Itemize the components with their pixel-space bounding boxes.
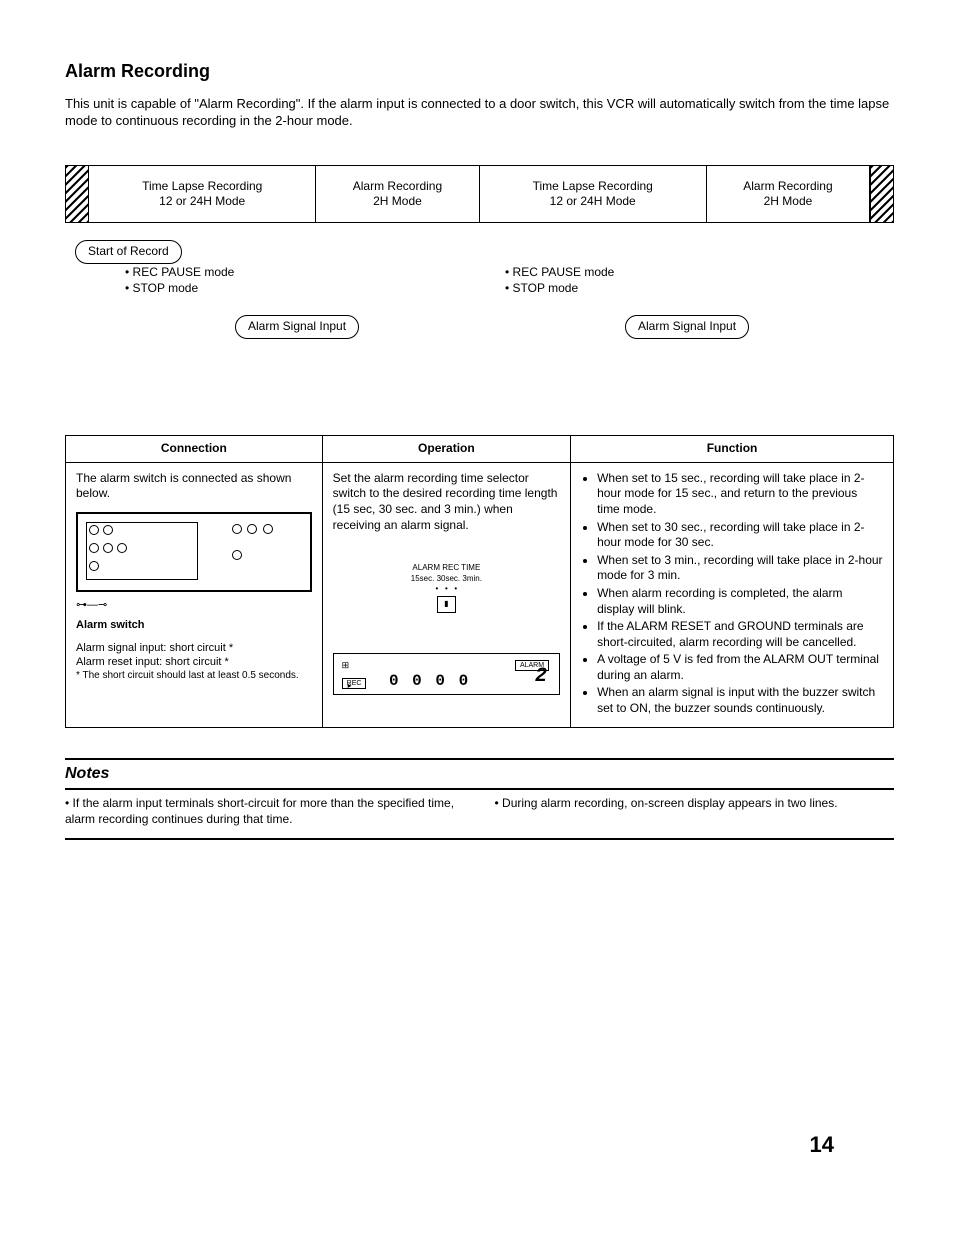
conn-note: Alarm reset input: short circuit * [76,655,312,669]
timeline-cell: Time Lapse Recording 12 or 24H Mode [89,166,316,222]
counter: 0 0 0 0 [389,672,470,690]
divider [65,838,894,840]
function-item: If the ALARM RESET and GROUND terminals … [597,619,883,650]
function-item: A voltage of 5 V is fed from the ALARM O… [597,652,883,683]
connection-operation-function-table: Connection Operation Function The alarm … [65,435,894,728]
cell-connection: The alarm switch is connected as shown b… [66,462,323,727]
operation-switch-diagram: ALARM REC TIME 15sec. 30sec. 3min. • • •… [333,563,560,613]
timeline-cell-sub: 2H Mode [764,194,813,210]
rec-indicator: REC [342,678,367,689]
note-left: If the alarm input terminals short-circu… [65,796,465,827]
mode-item: REC PAUSE mode [125,265,234,281]
timeline-cell-label: Time Lapse Recording [142,179,262,195]
page-number: 14 [810,1131,834,1160]
function-item: When set to 30 sec., recording will take… [597,520,883,551]
cell-operation: Set the alarm recording time selector sw… [322,462,570,727]
operation-display: ⊞ ALARM REC 0 0 0 0 2 ▸ [333,653,560,695]
timeline-cell-sub: 12 or 24H Mode [159,194,245,210]
divider [65,788,894,790]
conn-footnote: * The short circuit should last at least… [76,669,312,682]
timeline-cell-label: Time Lapse Recording [533,179,653,195]
cell-function: When set to 15 sec., recording will take… [571,462,894,727]
th-function: Function [571,436,894,463]
function-item: When alarm recording is completed, the a… [597,586,883,617]
intro-text: This unit is capable of "Alarm Recording… [65,96,894,130]
note-right: During alarm recording, on-screen displa… [495,796,895,827]
operation-lead: Set the alarm recording time selector sw… [333,471,560,533]
divider [65,758,894,760]
mode-item: REC PAUSE mode [505,265,614,281]
timeline-endcap-right [870,166,894,222]
connection-lead: The alarm switch is connected as shown b… [76,471,312,502]
op-diag-sub: 15sec. 30sec. 3min. [333,574,560,584]
alarm-signal-label: Alarm Signal Input [235,315,359,339]
timeline-cell: Time Lapse Recording 12 or 24H Mode [480,166,707,222]
op-diag-title: ALARM REC TIME [333,563,560,573]
mode-item: STOP mode [125,281,234,297]
timeline-cell-sub: 12 or 24H Mode [550,194,636,210]
start-of-record-label: Start of Record [75,240,182,264]
conn-note: Alarm signal input: short circuit * [76,641,312,655]
th-connection: Connection [66,436,323,463]
function-item: When set to 3 min., recording will take … [597,553,883,584]
connection-diagram [76,512,312,592]
th-operation: Operation [322,436,570,463]
function-item: When set to 15 sec., recording will take… [597,471,883,518]
alarm-switch-label: Alarm switch [76,618,312,632]
alarm-signal-label: Alarm Signal Input [625,315,749,339]
timeline-cell-sub: 2H Mode [373,194,422,210]
function-item: When an alarm signal is input with the b… [597,685,883,716]
timeline-cell-label: Alarm Recording [743,179,832,195]
display-big-digit: 2 [535,664,547,690]
function-list: When set to 15 sec., recording will take… [581,471,883,717]
timeline-cell: Alarm Recording 2H Mode [707,166,870,222]
notes-heading: Notes [65,764,894,785]
mode-item: STOP mode [505,281,614,297]
timeline-cell-label: Alarm Recording [353,179,442,195]
timeline-cell: Alarm Recording 2H Mode [316,166,479,222]
page-title: Alarm Recording [65,60,894,83]
timeline-diagram: Time Lapse Recording 12 or 24H Mode Alar… [65,165,894,335]
timeline-endcap-left [65,166,89,222]
